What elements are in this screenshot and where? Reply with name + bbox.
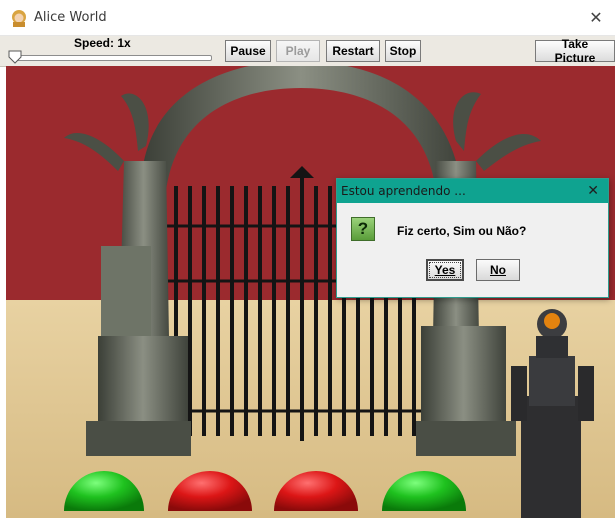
speed-slider-track[interactable] (12, 55, 212, 61)
yes-button[interactable]: Yes (426, 259, 464, 281)
dialog-title-bar: Estou aprendendo ... ✕ (337, 179, 608, 203)
dialog-title: Estou aprendendo ... (341, 184, 466, 198)
dialog-message: Fiz certo, Sim ou Não? (397, 224, 527, 238)
speed-slider-thumb[interactable] (8, 50, 22, 64)
stop-button[interactable]: Stop (385, 40, 421, 62)
window-title: Alice World (34, 10, 107, 25)
left-pillar-block (101, 246, 151, 336)
speed-label: Speed: 1x (74, 36, 131, 50)
confirm-dialog: Estou aprendendo ... ✕ ? Fiz certo, Sim … (336, 178, 609, 298)
window-close-icon[interactable]: ✕ (583, 6, 609, 30)
dialog-close-icon[interactable]: ✕ (587, 182, 599, 199)
play-button[interactable]: Play (276, 40, 320, 62)
no-button[interactable]: No (476, 259, 520, 281)
take-picture-button[interactable]: Take Picture (535, 37, 615, 65)
alice-app-icon (12, 10, 26, 27)
restart-button[interactable]: Restart (326, 40, 380, 62)
pause-button[interactable]: Pause (225, 40, 271, 62)
left-pillar-plinth (86, 421, 191, 456)
title-bar: Alice World ✕ (0, 0, 615, 36)
toolbar: Speed: 1x Pause Play Restart Stop Take P… (0, 36, 615, 67)
question-icon: ? (351, 217, 375, 241)
right-pillar-plinth (416, 421, 516, 456)
